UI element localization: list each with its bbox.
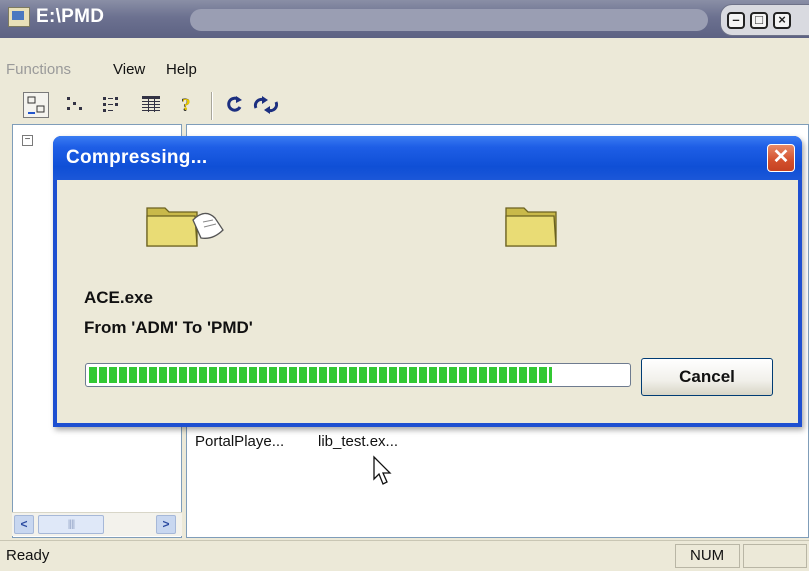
dialog-close-button[interactable]: ✕ [767,144,795,172]
menu-functions[interactable]: Functions [6,61,71,78]
maximize-icon[interactable]: □ [750,12,768,29]
toolbar: ?? [0,88,809,124]
window-title-bar[interactable]: E:\PMD – □ × [0,0,809,38]
mouse-pointer-icon [373,455,392,485]
folder-icon [505,207,557,247]
toolbar-separator [211,92,213,120]
folder-with-document-icon [146,207,224,247]
progress-bar [85,363,631,387]
num-lock-indicator: NUM [690,547,725,564]
scroll-right-icon[interactable]: > [156,515,176,534]
dialog-title-bar[interactable]: Compressing... ✕ [53,136,802,180]
status-text: Ready [6,547,50,564]
file-item[interactable]: PortalPlaye... [195,433,284,450]
menu-bar: Functions View Help [0,58,809,84]
svg-text:?: ? [182,95,191,114]
scroll-thumb[interactable]: |||| [38,515,104,534]
app-icon [8,7,30,27]
small-icons-view-icon[interactable] [62,92,88,118]
window-controls: – □ × [720,4,809,36]
list-view-icon[interactable] [99,92,125,118]
sync-icon[interactable] [252,92,279,118]
tree-collapse-toggle[interactable]: − [22,135,33,146]
window-title: E:\PMD [36,6,105,27]
large-icons-view-icon[interactable] [23,92,49,118]
copy-from-to-label: From 'ADM' To 'PMD' [84,318,253,337]
close-icon[interactable]: × [773,12,791,29]
help-icon[interactable]: ?? [174,92,200,118]
minimize-icon[interactable]: – [727,12,745,29]
menu-view[interactable]: View [113,61,145,78]
status-bar: Ready NUM [0,540,809,571]
dialog-body: ACE.exe From 'ADM' To 'PMD' Cancel [57,180,798,423]
progress-bar-fill [89,367,552,383]
status-pane [743,544,807,568]
menu-help[interactable]: Help [166,61,197,78]
title-bar-pill [190,9,708,31]
file-item[interactable]: lib_test.ex... [318,433,398,450]
tree-horizontal-scrollbar[interactable]: < |||| > [12,512,182,536]
scroll-left-icon[interactable]: < [14,515,34,534]
details-view-icon[interactable] [138,92,164,118]
current-file-name: ACE.exe [84,288,153,307]
compressing-dialog: Compressing... ✕ ACE.exe From 'ADM' To '… [53,136,802,427]
dialog-title: Compressing... [66,147,208,168]
cancel-button[interactable]: Cancel [641,358,773,396]
refresh-icon[interactable] [222,92,248,118]
